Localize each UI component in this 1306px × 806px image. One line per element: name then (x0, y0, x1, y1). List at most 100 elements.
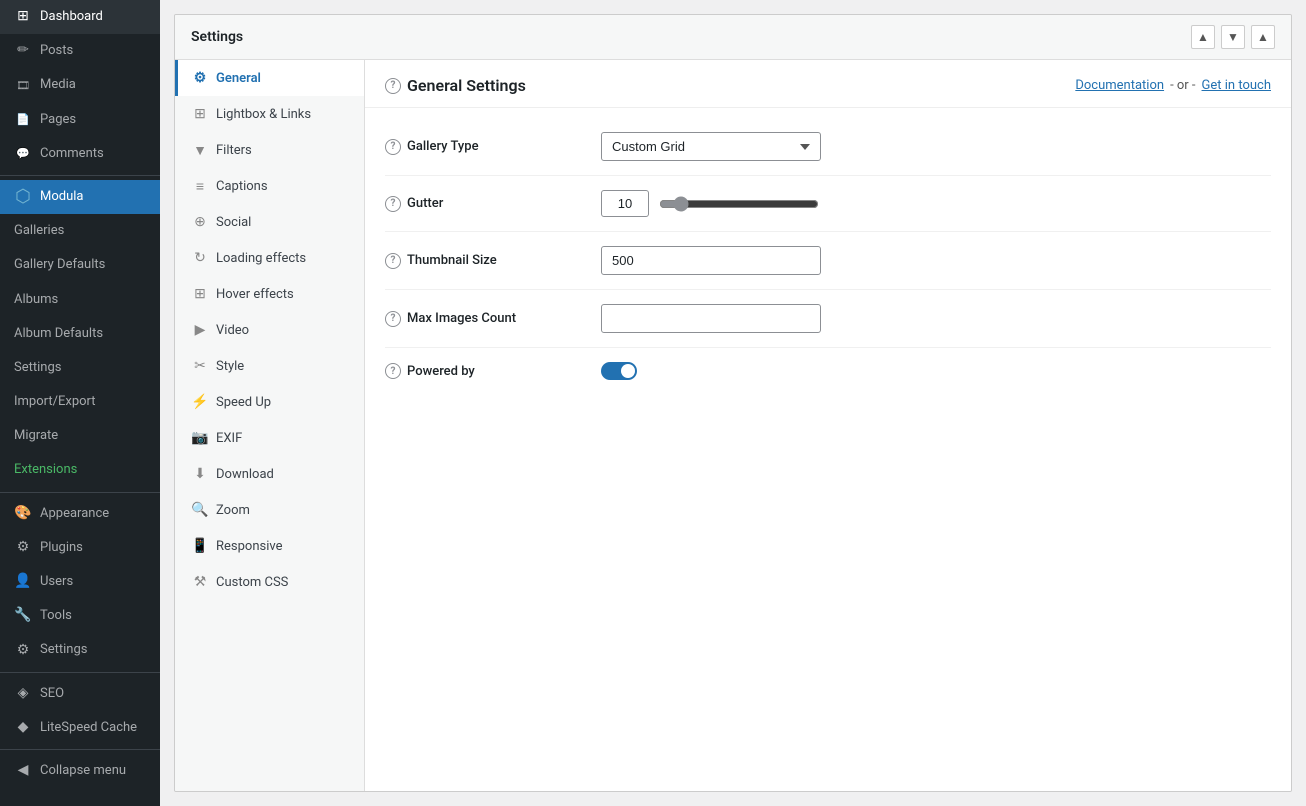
hover-effects-icon: ⊞ (192, 286, 208, 302)
menu-item-lightbox[interactable]: ⊞ Lightbox & Links (175, 96, 364, 132)
sidebar-item-users[interactable]: 👤 Users (0, 565, 160, 599)
sidebar-label-settings-sub: Settings (14, 359, 61, 377)
sidebar-label-seo: SEO (40, 685, 64, 703)
sidebar-item-pages[interactable]: Pages (0, 103, 160, 137)
sidebar-item-settings[interactable]: ⚙ Settings (0, 633, 160, 667)
content-title: ? General Settings (385, 76, 526, 95)
collapse-up-button[interactable]: ▲ (1191, 25, 1215, 49)
gutter-slider[interactable] (659, 196, 819, 212)
sidebar-item-media[interactable]: Media (0, 68, 160, 102)
sidebar-item-settings-sub[interactable]: Settings (0, 351, 160, 385)
sidebar-item-modula[interactable]: ⬡ Modula (0, 180, 160, 214)
menu-label-speed-up: Speed Up (216, 395, 271, 410)
divider-2 (0, 492, 160, 493)
menu-label-exif: EXIF (216, 431, 242, 446)
max-images-help[interactable]: ? (385, 311, 401, 327)
dashboard-icon (14, 8, 32, 26)
sidebar-item-collapse[interactable]: ◀ Collapse menu (0, 754, 160, 788)
documentation-link[interactable]: Documentation (1075, 78, 1164, 93)
control-gallery-type: Custom Grid Masonry Slider Creative Gall… (601, 132, 1271, 161)
active-indicator (156, 180, 160, 214)
menu-item-custom-css[interactable]: ⚒ Custom CSS (175, 564, 364, 600)
sidebar-label-gallery-defaults: Gallery Defaults (14, 256, 105, 274)
max-images-input[interactable] (601, 304, 821, 333)
sidebar-label-users: Users (40, 573, 73, 591)
sidebar-item-plugins[interactable]: ⚙ Plugins (0, 531, 160, 565)
sidebar-item-albums[interactable]: Albums (0, 283, 160, 317)
header-controls: ▲ ▼ ▲ (1191, 25, 1275, 49)
sidebar-item-litespeed[interactable]: ◆ LiteSpeed Cache (0, 711, 160, 745)
thumbnail-help[interactable]: ? (385, 253, 401, 269)
sidebar-label-media: Media (40, 76, 76, 94)
plugins-icon: ⚙ (14, 539, 32, 557)
sidebar-label-galleries: Galleries (14, 222, 64, 240)
menu-item-hover-effects[interactable]: ⊞ Hover effects (175, 276, 364, 312)
gutter-value-input[interactable] (601, 190, 649, 217)
sidebar-item-dashboard[interactable]: Dashboard (0, 0, 160, 34)
modula-icon: ⬡ (14, 188, 32, 206)
gallery-type-select[interactable]: Custom Grid Masonry Slider Creative Gall… (601, 132, 821, 161)
sidebar-label-plugins: Plugins (40, 539, 83, 557)
menu-item-general[interactable]: General (175, 60, 364, 96)
menu-label-download: Download (216, 467, 274, 482)
sidebar: Dashboard Posts Media Pages Comments ⬡ M… (0, 0, 160, 806)
menu-label-zoom: Zoom (216, 503, 250, 518)
menu-item-style[interactable]: ✂ Style (175, 348, 364, 384)
collapse-down-button[interactable]: ▼ (1221, 25, 1245, 49)
menu-item-loading-effects[interactable]: ↻ Loading effects (175, 240, 364, 276)
menu-item-zoom[interactable]: 🔍 Zoom (175, 492, 364, 528)
row-thumbnail-size: ? Thumbnail Size (385, 232, 1271, 290)
sidebar-item-gallery-defaults[interactable]: Gallery Defaults (0, 248, 160, 282)
sidebar-item-migrate[interactable]: Migrate (0, 419, 160, 453)
sidebar-label-pages: Pages (40, 111, 76, 129)
settings-rows: ? Gallery Type Custom Grid Masonry Slide… (365, 108, 1291, 404)
sidebar-label-dashboard: Dashboard (40, 8, 103, 26)
menu-item-speed-up[interactable]: ⚡ Speed Up (175, 384, 364, 420)
menu-label-lightbox: Lightbox & Links (216, 107, 311, 122)
menu-item-captions[interactable]: ≡ Captions (175, 168, 364, 204)
sidebar-item-seo[interactable]: ◈ SEO (0, 677, 160, 711)
menu-label-captions: Captions (216, 179, 268, 194)
sidebar-item-tools[interactable]: 🔧 Tools (0, 599, 160, 633)
menu-item-social[interactable]: ⊕ Social (175, 204, 364, 240)
sidebar-item-galleries[interactable]: Galleries (0, 214, 160, 248)
gallery-type-help[interactable]: ? (385, 139, 401, 155)
row-max-images: ? Max Images Count (385, 290, 1271, 348)
sidebar-item-extensions[interactable]: Extensions (0, 453, 160, 487)
settings-body: General ⊞ Lightbox & Links ▼ Filters ≡ C… (175, 60, 1291, 792)
sidebar-item-posts[interactable]: Posts (0, 34, 160, 68)
minimize-button[interactable]: ▲ (1251, 25, 1275, 49)
menu-label-custom-css: Custom CSS (216, 575, 288, 590)
content-header: ? General Settings Documentation - or - … (365, 60, 1291, 108)
menu-item-download[interactable]: ⬇ Download (175, 456, 364, 492)
settings-panel-title: Settings (191, 29, 243, 45)
menu-item-filters[interactable]: ▼ Filters (175, 132, 364, 168)
menu-item-video[interactable]: ▶ Video (175, 312, 364, 348)
menu-item-responsive[interactable]: 📱 Responsive (175, 528, 364, 564)
menu-label-social: Social (216, 215, 251, 230)
powered-by-help[interactable]: ? (385, 363, 401, 379)
general-help-button[interactable]: ? (385, 78, 401, 94)
style-icon: ✂ (192, 358, 208, 374)
row-gallery-type: ? Gallery Type Custom Grid Masonry Slide… (385, 118, 1271, 176)
thumbnail-size-input[interactable] (601, 246, 821, 275)
sidebar-label-litespeed: LiteSpeed Cache (40, 719, 137, 737)
label-gutter: ? Gutter (385, 196, 585, 212)
sidebar-item-album-defaults[interactable]: Album Defaults (0, 317, 160, 351)
control-gutter (601, 190, 1271, 217)
menu-item-exif[interactable]: 📷 EXIF (175, 420, 364, 456)
settings-header: Settings ▲ ▼ ▲ (175, 15, 1291, 60)
appearance-icon: 🎨 (14, 505, 32, 523)
label-powered-by: ? Powered by (385, 363, 585, 379)
menu-label-hover-effects: Hover effects (216, 287, 294, 302)
posts-icon (14, 42, 32, 60)
get-in-touch-link[interactable]: Get in touch (1202, 78, 1271, 93)
sidebar-item-import-export[interactable]: Import/Export (0, 385, 160, 419)
menu-label-filters: Filters (216, 143, 252, 158)
sidebar-item-appearance[interactable]: 🎨 Appearance (0, 497, 160, 531)
sidebar-item-comments[interactable]: Comments (0, 137, 160, 171)
powered-by-toggle[interactable] (601, 362, 637, 380)
video-icon: ▶ (192, 322, 208, 338)
divider-3 (0, 672, 160, 673)
gutter-help[interactable]: ? (385, 196, 401, 212)
